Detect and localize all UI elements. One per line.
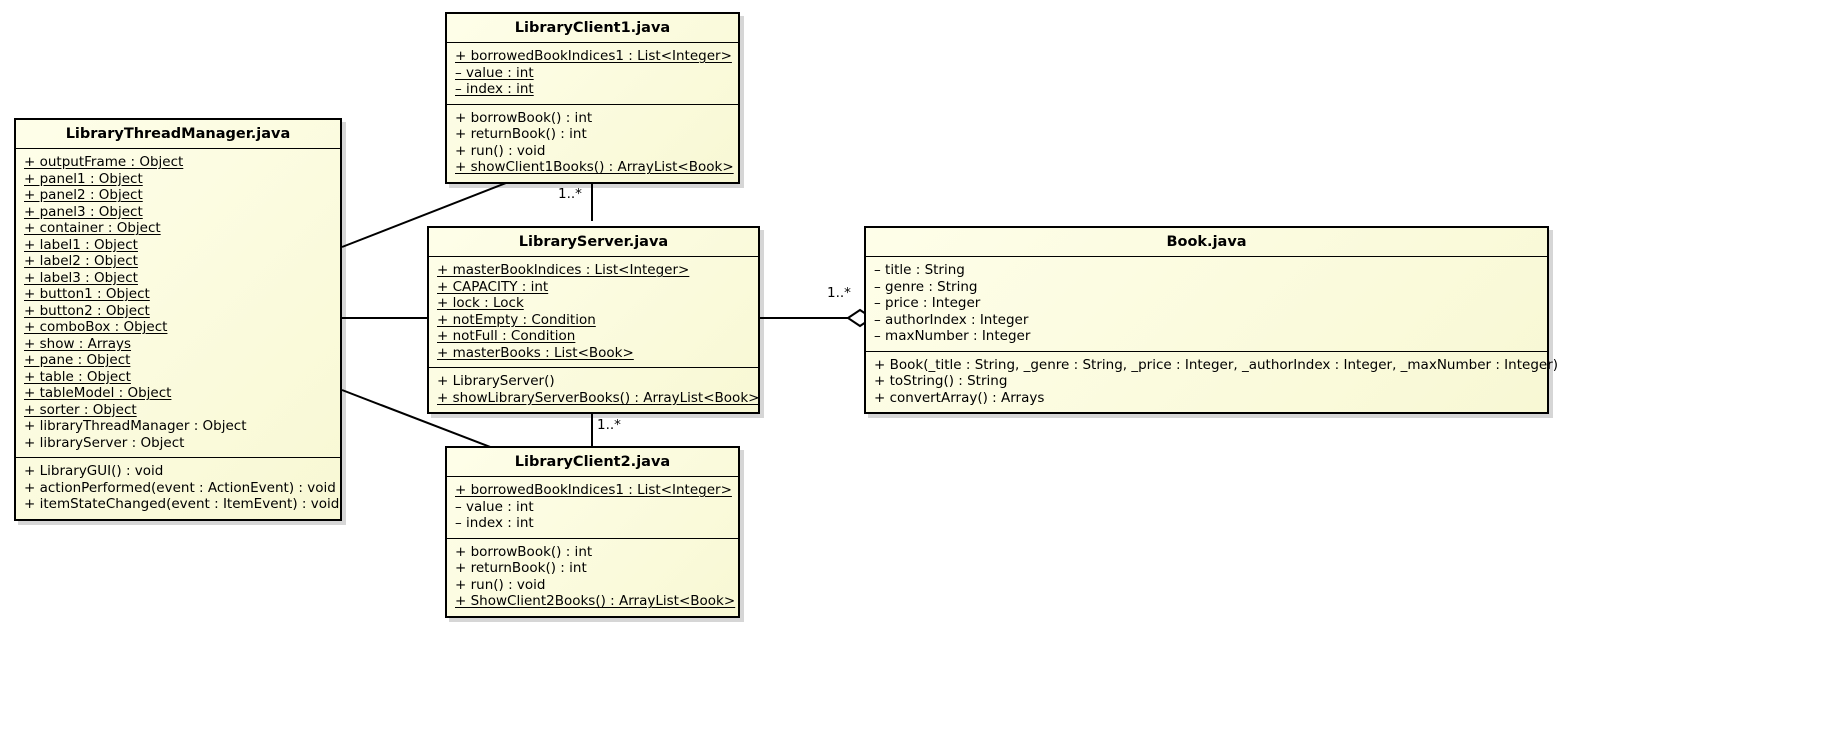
attribute-row: + masterBookIndices : List<Integer> xyxy=(437,262,690,279)
class-box-book[interactable]: Book.java – title : String – genre : Str… xyxy=(864,226,1559,415)
attributes-compartment-library-client2: + borrowedBookIndices1 : List<Integer> –… xyxy=(447,477,738,539)
method-row: + showClient1Books() : ArrayList<Book> xyxy=(455,159,734,176)
class-title-library-thread-manager: LibraryThreadManager.java xyxy=(16,120,340,150)
attribute-row: + panel3 : Object xyxy=(24,203,143,220)
method-row: + showLibraryServerBooks() : ArrayList<B… xyxy=(437,389,760,406)
class-box-library-client1[interactable]: LibraryClient1.java + borrowedBookIndice… xyxy=(445,12,740,184)
attribute-row: + masterBooks : List<Book> xyxy=(437,344,634,361)
attributes-compartment-book: – title : String – genre : String – pric… xyxy=(866,257,1547,352)
method-row: + ShowClient2Books() : ArrayList<Book> xyxy=(455,593,736,610)
multiplicity-server-client1: 1..* xyxy=(558,186,582,202)
method-row: + run() : void xyxy=(455,576,546,593)
attribute-row: + show : Arrays xyxy=(24,335,132,352)
multiplicity-server-book: 1..* xyxy=(827,285,851,301)
attribute-row: + pane : Object xyxy=(24,352,131,369)
attribute-row: + libraryThreadManager : Object xyxy=(24,418,247,435)
attribute-row: + panel1 : Object xyxy=(24,170,143,187)
method-row: + Book(_title : String, _genre : String,… xyxy=(874,356,1559,373)
attribute-row: + tableModel : Object xyxy=(24,385,172,402)
attribute-row: + table : Object xyxy=(24,368,131,385)
class-title-library-client2: LibraryClient2.java xyxy=(447,448,738,478)
attribute-row: + label3 : Object xyxy=(24,269,138,286)
attribute-row: – value : int xyxy=(455,498,534,515)
attribute-row: + button1 : Object xyxy=(24,286,150,303)
methods-compartment-library-client2: + borrowBook() : int + returnBook() : in… xyxy=(447,539,738,616)
attribute-row: + notEmpty : Condition xyxy=(437,311,596,328)
attribute-row: + lock : Lock xyxy=(437,295,524,312)
attribute-row: + comboBox : Object xyxy=(24,319,168,336)
attribute-row: + label1 : Object xyxy=(24,236,138,253)
class-title-library-client1: LibraryClient1.java xyxy=(447,14,738,44)
method-row: + borrowBook() : int xyxy=(455,543,593,560)
attribute-row: + panel2 : Object xyxy=(24,187,143,204)
attribute-row: + outputFrame : Object xyxy=(24,154,184,171)
attribute-row: + libraryServer : Object xyxy=(24,434,185,451)
class-box-library-server[interactable]: LibraryServer.java + masterBookIndices :… xyxy=(427,226,760,415)
method-row: + borrowBook() : int xyxy=(455,109,593,126)
attribute-row: + borrowedBookIndices1 : List<Integer> xyxy=(455,482,732,499)
uml-diagram-canvas: LibraryClient1.java + borrowedBookIndice… xyxy=(0,0,1831,731)
methods-compartment-library-thread-manager: + LibraryGUI() : void + actionPerformed(… xyxy=(16,458,340,519)
methods-compartment-book: + Book(_title : String, _genre : String,… xyxy=(866,352,1559,413)
class-box-library-client2[interactable]: LibraryClient2.java + borrowedBookIndice… xyxy=(445,446,740,618)
attribute-row: – value : int xyxy=(455,64,534,81)
attribute-row: – authorIndex : Integer xyxy=(874,311,1029,328)
attribute-row: – title : String xyxy=(874,262,965,279)
method-row: + toString() : String xyxy=(874,373,1008,390)
method-row: + LibraryGUI() : void xyxy=(24,463,164,480)
class-title-book: Book.java xyxy=(866,228,1547,258)
attribute-row: – genre : String xyxy=(874,278,978,295)
method-row: + LibraryServer() xyxy=(437,373,555,390)
methods-compartment-library-client1: + borrowBook() : int + returnBook() : in… xyxy=(447,105,738,182)
attribute-row: + container : Object xyxy=(24,220,161,237)
attributes-compartment-library-client1: + borrowedBookIndices1 : List<Integer> –… xyxy=(447,43,738,105)
class-box-library-thread-manager[interactable]: LibraryThreadManager.java + outputFrame … xyxy=(14,118,342,521)
method-row: + returnBook() : int xyxy=(455,126,587,143)
attribute-row: – index : int xyxy=(455,515,534,532)
method-row: + run() : void xyxy=(455,142,546,159)
methods-compartment-library-server: + LibraryServer() + showLibraryServerBoo… xyxy=(429,368,760,412)
attribute-row: – maxNumber : Integer xyxy=(874,328,1031,345)
attribute-row: + sorter : Object xyxy=(24,401,137,418)
attribute-row: + button2 : Object xyxy=(24,302,150,319)
class-title-library-server: LibraryServer.java xyxy=(429,228,758,258)
attribute-row: + borrowedBookIndices1 : List<Integer> xyxy=(455,48,732,65)
attribute-row: – price : Integer xyxy=(874,295,981,312)
method-row: + returnBook() : int xyxy=(455,560,587,577)
attribute-row: + label2 : Object xyxy=(24,253,138,270)
method-row: + actionPerformed(event : ActionEvent) :… xyxy=(24,479,336,496)
attribute-row: + CAPACITY : int xyxy=(437,278,549,295)
attribute-row: + notFull : Condition xyxy=(437,328,576,345)
attributes-compartment-library-thread-manager: + outputFrame : Object + panel1 : Object… xyxy=(16,149,340,459)
method-row: + itemStateChanged(event : ItemEvent) : … xyxy=(24,496,340,513)
multiplicity-server-client2: 1..* xyxy=(597,417,621,433)
attributes-compartment-library-server: + masterBookIndices : List<Integer> + CA… xyxy=(429,257,758,369)
method-row: + convertArray() : Arrays xyxy=(874,389,1045,406)
attribute-row: – index : int xyxy=(455,81,534,98)
